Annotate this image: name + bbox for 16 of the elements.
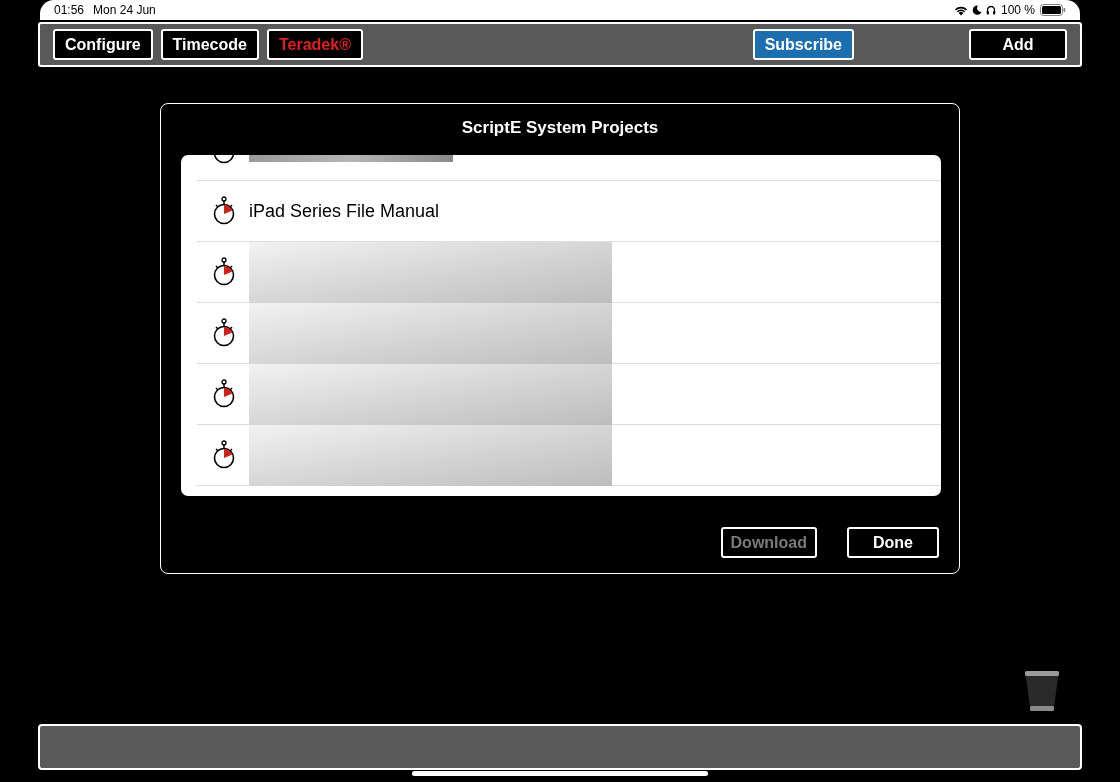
status-time: 01:56 xyxy=(54,2,85,19)
dialog-button[interactable]: Done xyxy=(847,527,939,558)
battery-icon xyxy=(1040,4,1066,16)
toolbar-button[interactable]: Timecode xyxy=(160,29,259,60)
toolbar-button[interactable]: Configure xyxy=(53,29,153,60)
dialog-title: ScriptE System Projects xyxy=(460,117,660,139)
wifi-icon xyxy=(953,4,968,16)
battery-percentage: 100 % xyxy=(1000,2,1035,19)
project-name[interactable]: iPad Series File Manual xyxy=(249,197,440,225)
status-date: Mon 24 Jun xyxy=(93,2,156,19)
toolbar-button[interactable]: Teradek® xyxy=(266,29,363,60)
add-button[interactable]: Add xyxy=(969,29,1067,60)
moon-icon xyxy=(971,5,982,15)
trash-icon[interactable] xyxy=(1024,670,1060,712)
subscribe-button[interactable]: Subscribe xyxy=(752,29,854,60)
headphones-icon xyxy=(985,5,996,15)
